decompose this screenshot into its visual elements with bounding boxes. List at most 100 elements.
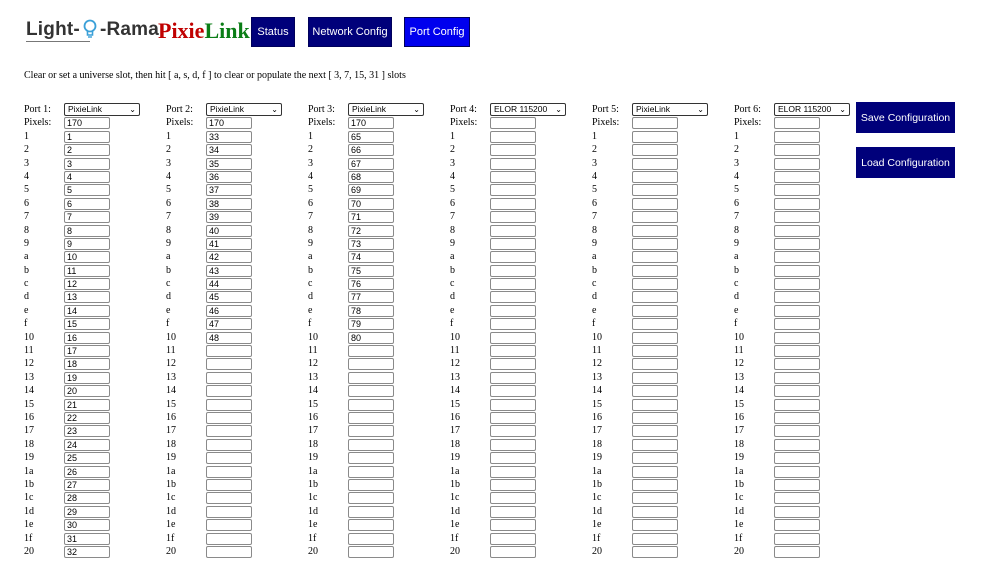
universe-slot-input[interactable]: 67 <box>348 157 394 170</box>
universe-slot-input[interactable] <box>632 371 678 384</box>
universe-slot-input[interactable] <box>632 237 678 250</box>
universe-slot-input[interactable] <box>206 545 252 558</box>
universe-slot-input[interactable] <box>206 371 252 384</box>
universe-slot-input[interactable] <box>632 519 678 532</box>
universe-slot-input[interactable] <box>490 371 536 384</box>
universe-slot-input[interactable] <box>632 224 678 237</box>
universe-slot-input[interactable] <box>632 438 678 451</box>
load-configuration-button[interactable]: Load Configuration <box>856 147 955 178</box>
universe-slot-input[interactable]: 48 <box>206 331 252 344</box>
universe-slot-input[interactable]: 8 <box>64 224 110 237</box>
universe-slot-input[interactable] <box>490 331 536 344</box>
universe-slot-input[interactable]: 9 <box>64 237 110 250</box>
universe-slot-input[interactable] <box>348 411 394 424</box>
universe-slot-input[interactable] <box>206 505 252 518</box>
universe-slot-input[interactable]: 36 <box>206 170 252 183</box>
universe-slot-input[interactable] <box>774 224 820 237</box>
universe-slot-input[interactable] <box>632 478 678 491</box>
universe-slot-input[interactable]: 1 <box>64 130 110 143</box>
pixels-input[interactable]: 170 <box>64 117 110 130</box>
universe-slot-input[interactable]: 7 <box>64 211 110 224</box>
universe-slot-input[interactable] <box>348 492 394 505</box>
universe-slot-input[interactable] <box>348 519 394 532</box>
universe-slot-input[interactable] <box>490 264 536 277</box>
universe-slot-input[interactable] <box>774 251 820 264</box>
universe-slot-input[interactable] <box>774 452 820 465</box>
universe-slot-input[interactable] <box>206 411 252 424</box>
universe-slot-input[interactable] <box>348 425 394 438</box>
universe-slot-input[interactable] <box>206 425 252 438</box>
universe-slot-input[interactable] <box>774 157 820 170</box>
universe-slot-input[interactable] <box>490 385 536 398</box>
universe-slot-input[interactable] <box>490 425 536 438</box>
universe-slot-input[interactable] <box>632 358 678 371</box>
universe-slot-input[interactable] <box>490 465 536 478</box>
status-nav-button[interactable]: Status <box>251 17 295 47</box>
universe-slot-input[interactable]: 44 <box>206 278 252 291</box>
universe-slot-input[interactable] <box>774 197 820 210</box>
universe-slot-input[interactable] <box>348 478 394 491</box>
universe-slot-input[interactable] <box>632 505 678 518</box>
universe-slot-input[interactable]: 4 <box>64 170 110 183</box>
universe-slot-input[interactable]: 74 <box>348 251 394 264</box>
universe-slot-input[interactable] <box>348 505 394 518</box>
universe-slot-input[interactable] <box>632 251 678 264</box>
universe-slot-input[interactable] <box>490 345 536 358</box>
universe-slot-input[interactable]: 11 <box>64 264 110 277</box>
universe-slot-input[interactable] <box>774 318 820 331</box>
universe-slot-input[interactable]: 24 <box>64 438 110 451</box>
universe-slot-input[interactable]: 3 <box>64 157 110 170</box>
universe-slot-input[interactable] <box>348 532 394 545</box>
universe-slot-input[interactable] <box>490 478 536 491</box>
universe-slot-input[interactable] <box>490 184 536 197</box>
universe-slot-input[interactable]: 35 <box>206 157 252 170</box>
universe-slot-input[interactable]: 26 <box>64 465 110 478</box>
port-config-nav-button[interactable]: Port Config <box>404 17 470 47</box>
universe-slot-input[interactable] <box>206 438 252 451</box>
pixels-input[interactable] <box>774 117 820 130</box>
universe-slot-input[interactable]: 33 <box>206 130 252 143</box>
universe-slot-input[interactable]: 66 <box>348 144 394 157</box>
universe-slot-input[interactable] <box>632 545 678 558</box>
universe-slot-input[interactable] <box>632 291 678 304</box>
universe-slot-input[interactable]: 42 <box>206 251 252 264</box>
universe-slot-input[interactable] <box>774 278 820 291</box>
universe-slot-input[interactable] <box>206 465 252 478</box>
port-type-select[interactable]: ELOR 115200 ⌄ <box>490 103 566 116</box>
universe-slot-input[interactable] <box>206 452 252 465</box>
universe-slot-input[interactable]: 79 <box>348 318 394 331</box>
universe-slot-input[interactable] <box>490 438 536 451</box>
universe-slot-input[interactable] <box>348 452 394 465</box>
universe-slot-input[interactable] <box>348 465 394 478</box>
universe-slot-input[interactable]: 23 <box>64 425 110 438</box>
universe-slot-input[interactable]: 13 <box>64 291 110 304</box>
universe-slot-input[interactable]: 72 <box>348 224 394 237</box>
universe-slot-input[interactable] <box>490 278 536 291</box>
universe-slot-input[interactable]: 40 <box>206 224 252 237</box>
universe-slot-input[interactable] <box>774 492 820 505</box>
universe-slot-input[interactable] <box>774 144 820 157</box>
universe-slot-input[interactable] <box>774 519 820 532</box>
universe-slot-input[interactable] <box>632 492 678 505</box>
universe-slot-input[interactable] <box>774 505 820 518</box>
universe-slot-input[interactable]: 77 <box>348 291 394 304</box>
universe-slot-input[interactable]: 27 <box>64 478 110 491</box>
universe-slot-input[interactable] <box>632 170 678 183</box>
universe-slot-input[interactable] <box>490 532 536 545</box>
universe-slot-input[interactable] <box>206 478 252 491</box>
universe-slot-input[interactable] <box>774 331 820 344</box>
universe-slot-input[interactable] <box>774 211 820 224</box>
universe-slot-input[interactable] <box>632 197 678 210</box>
universe-slot-input[interactable] <box>774 478 820 491</box>
universe-slot-input[interactable] <box>206 345 252 358</box>
universe-slot-input[interactable]: 70 <box>348 197 394 210</box>
universe-slot-input[interactable] <box>490 358 536 371</box>
universe-slot-input[interactable] <box>632 345 678 358</box>
universe-slot-input[interactable]: 6 <box>64 197 110 210</box>
universe-slot-input[interactable] <box>490 291 536 304</box>
universe-slot-input[interactable] <box>632 385 678 398</box>
universe-slot-input[interactable] <box>774 170 820 183</box>
universe-slot-input[interactable] <box>774 411 820 424</box>
universe-slot-input[interactable]: 25 <box>64 452 110 465</box>
universe-slot-input[interactable] <box>632 318 678 331</box>
